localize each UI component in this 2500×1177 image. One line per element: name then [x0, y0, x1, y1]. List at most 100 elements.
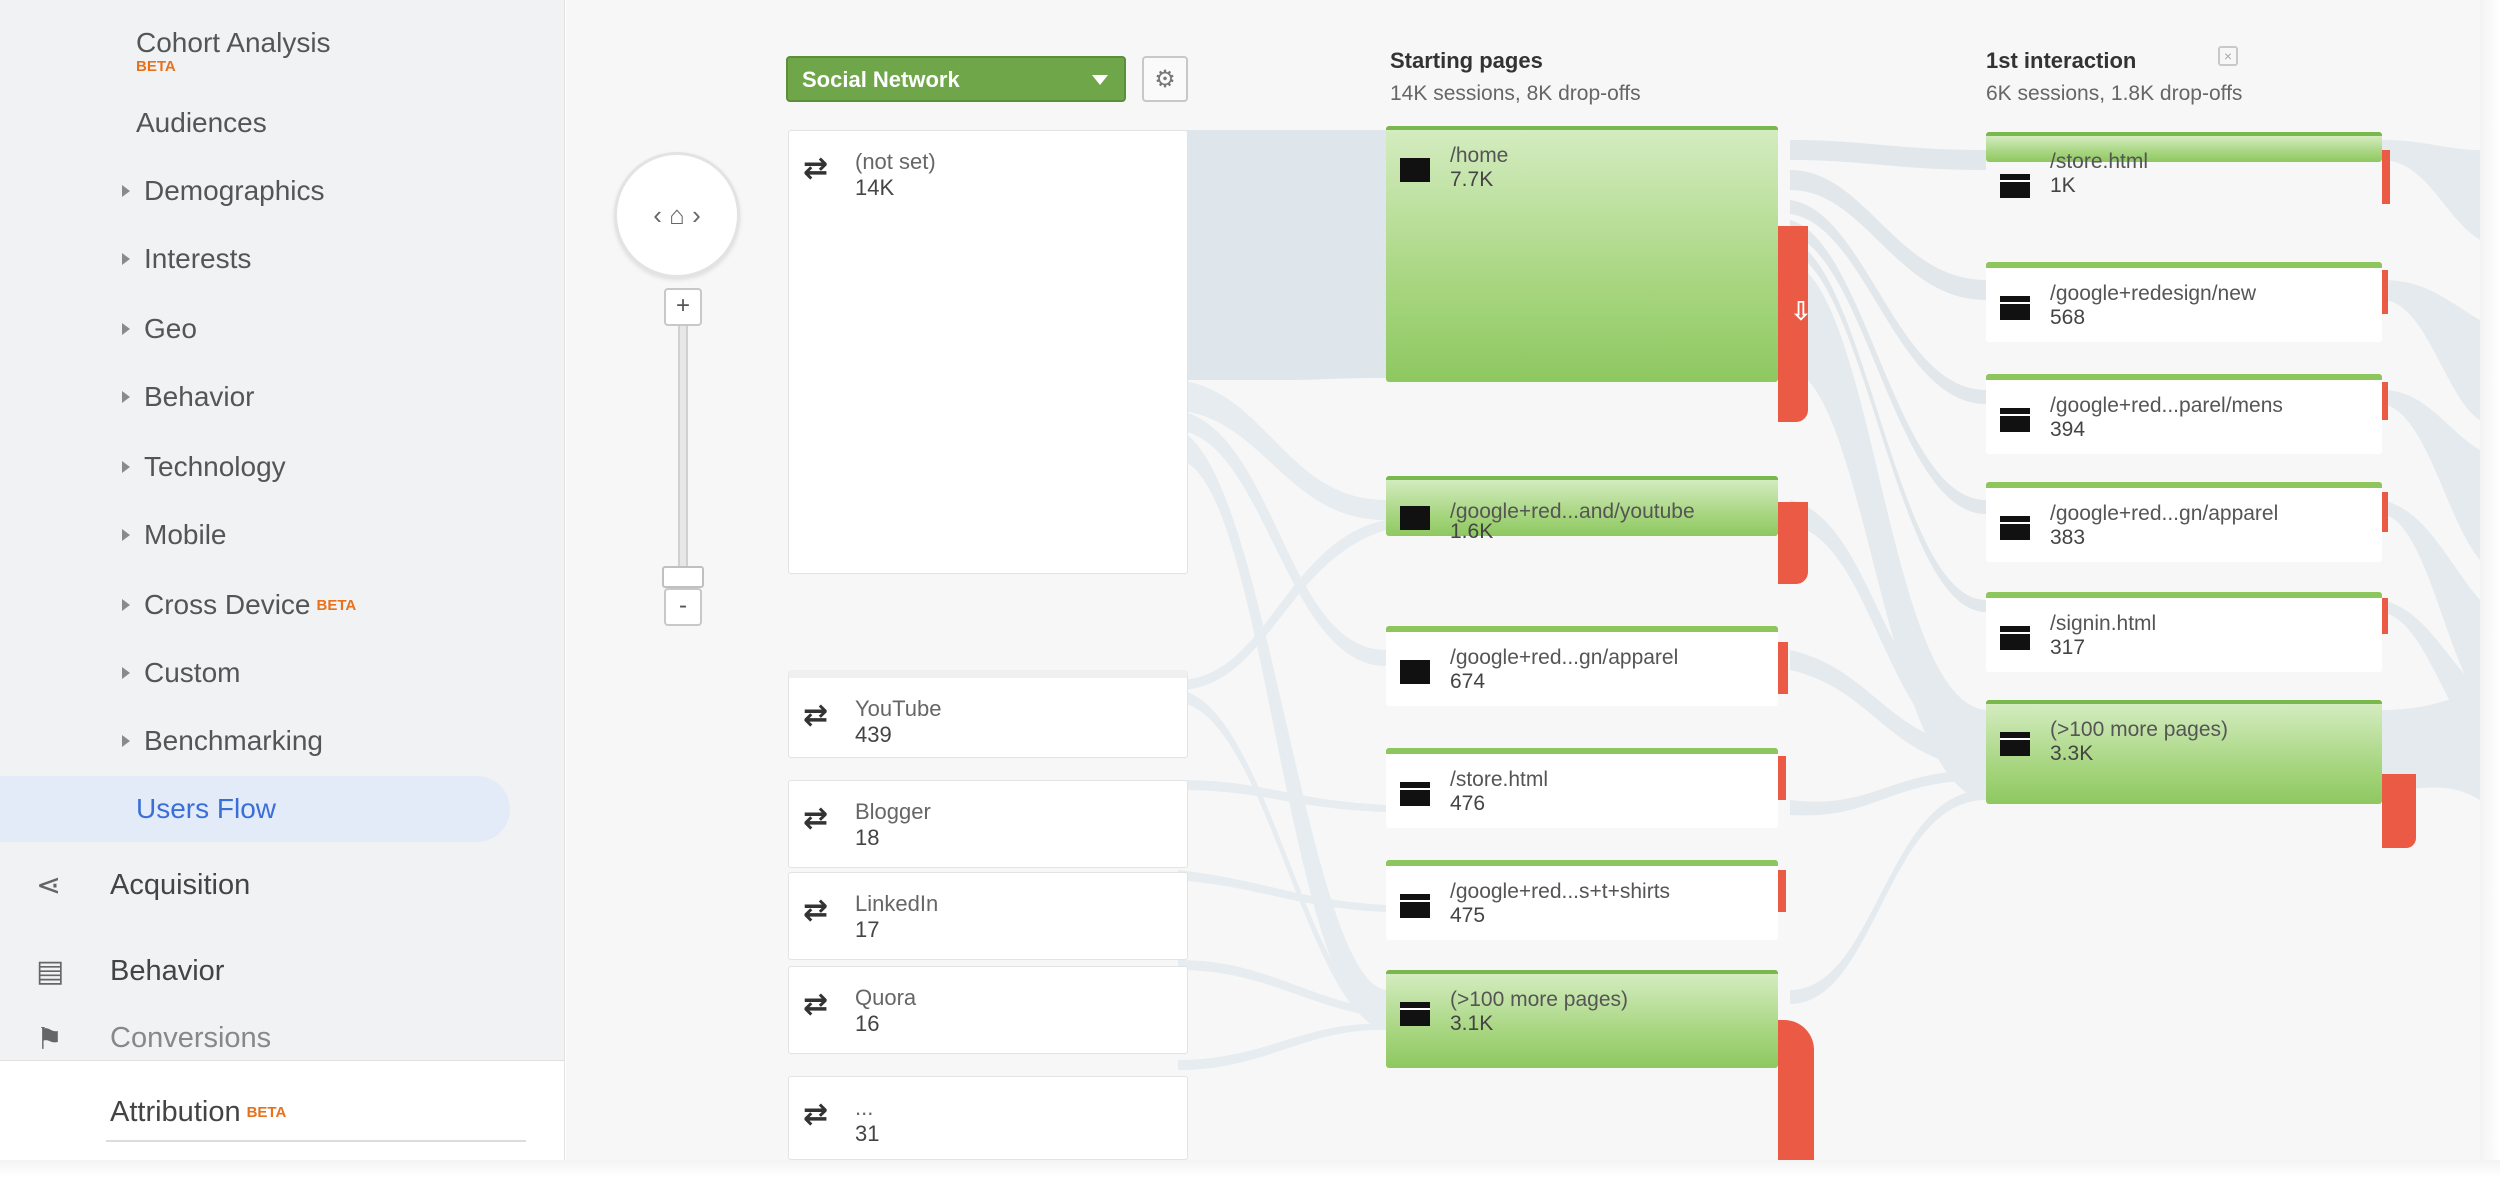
page-icon: [2000, 296, 2030, 320]
interaction-page-node[interactable]: /google+red...gn/apparel 383: [1986, 482, 2382, 562]
page-name: (>100 more pages): [1450, 988, 1629, 1011]
flow-arrows-icon: ⇄: [803, 1098, 829, 1131]
interaction-page-node[interactable]: /google+red...parel/mens 394: [1986, 374, 2382, 454]
sidebar-section-label: Behavior: [110, 954, 225, 987]
dropoff-bar[interactable]: [2382, 774, 2416, 848]
sidebar-item-label: Cross Device: [144, 589, 311, 620]
source-node-not-set[interactable]: ⇄ (not set) 14K: [788, 130, 1188, 574]
dimension-dropdown[interactable]: Social Network: [786, 56, 1126, 102]
flow-arrows-icon: ⇄: [803, 802, 829, 835]
dropoff-bar[interactable]: [1778, 642, 1788, 694]
beta-badge: BETA: [316, 596, 357, 614]
dimension-value: Social Network: [802, 67, 960, 92]
flow-band: [1178, 1023, 1386, 1070]
interaction-page-node[interactable]: (>100 more pages) 3.3K: [1986, 700, 2382, 804]
dropoff-arrow-icon: ⇩: [1790, 296, 1812, 326]
interaction-page-node[interactable]: /signin.html 317: [1986, 592, 2382, 672]
expand-arrow-icon: [122, 323, 130, 335]
page-name: /google+red...gn/apparel: [2050, 502, 2279, 525]
source-node-quora[interactable]: ⇄ Quora 16: [788, 966, 1188, 1054]
source-node-other[interactable]: ⇄ ... 31: [788, 1076, 1188, 1160]
column-title-starting: Starting pages: [1390, 48, 1543, 73]
close-icon[interactable]: ×: [2218, 46, 2238, 66]
flow-band: [1178, 130, 1286, 380]
starting-page-node[interactable]: /google+red...gn/apparel 674: [1386, 626, 1778, 706]
flow-arrows-icon: ⇄: [803, 152, 829, 185]
sidebar-item-benchmarking[interactable]: Benchmarking: [0, 708, 564, 774]
sidebar-item-users-flow[interactable]: Users Flow: [0, 776, 510, 842]
page-count: 7.7K: [1450, 168, 1494, 191]
page-icon: [1400, 782, 1430, 806]
source-node-blogger[interactable]: ⇄ Blogger 18: [788, 780, 1188, 868]
pan-control[interactable]: ‹ ⌂ ›: [614, 152, 740, 278]
sidebar-item-attribution[interactable]: Attribution BETA: [0, 1069, 564, 1155]
source-count: 17: [855, 917, 880, 942]
sidebar-item-label: Technology: [144, 451, 286, 482]
flow-band: [1178, 380, 1386, 520]
sidebar-item-interests[interactable]: Interests: [0, 226, 564, 292]
starting-page-node[interactable]: /home 7.7K: [1386, 126, 1778, 382]
flow-band: [1178, 870, 1386, 912]
conversions-icon: ⚑: [36, 1023, 63, 1056]
dropoff-bar[interactable]: [2382, 270, 2388, 314]
starting-page-node[interactable]: (>100 more pages) 3.1K: [1386, 970, 1778, 1068]
settings-button[interactable]: ⚙: [1142, 56, 1188, 102]
dropoff-bar[interactable]: [1778, 870, 1786, 912]
sidebar-item-label: Custom: [144, 657, 241, 688]
source-node-linkedin[interactable]: ⇄ LinkedIn 17: [788, 872, 1188, 960]
sidebar-item-behavior[interactable]: Behavior: [0, 364, 564, 430]
sidebar-item-technology[interactable]: Technology: [0, 434, 564, 500]
dropoff-bar[interactable]: [1778, 502, 1808, 584]
sidebar-section-behavior[interactable]: ▤ Behavior: [0, 938, 564, 1004]
source-count: 16: [855, 1011, 880, 1036]
sidebar-item-geo[interactable]: Geo: [0, 296, 564, 362]
chevron-down-icon: [1092, 75, 1108, 85]
page-count: 394: [2050, 418, 2086, 441]
starting-page-node[interactable]: /store.html 476: [1386, 748, 1778, 828]
page-count: 383: [2050, 526, 2086, 549]
divider: [106, 1140, 526, 1142]
dropoff-bar[interactable]: [1778, 756, 1786, 800]
flow-canvas[interactable]: Social Network ⚙ ‹ ⌂ › + - ⇄ (not set) 1…: [566, 0, 2480, 1160]
beta-badge: BETA: [136, 58, 176, 75]
users-flow-screen: Cohort Analysis BETA Audiences Demograph…: [0, 0, 2500, 1177]
source-node-youtube[interactable]: ⇄ YouTube 439: [788, 670, 1188, 758]
dropoff-bar[interactable]: [1778, 1020, 1814, 1160]
sidebar-item-demographics[interactable]: Demographics: [0, 158, 564, 224]
zoom-in-button[interactable]: +: [664, 288, 702, 326]
page-count: 1K: [2050, 174, 2076, 197]
sidebar-item-mobile[interactable]: Mobile: [0, 502, 564, 568]
expand-arrow-icon: [122, 529, 130, 541]
page-count: 476: [1450, 792, 1486, 815]
sidebar-section-label: Conversions: [110, 1022, 272, 1054]
acquisition-icon: ⋖: [36, 868, 62, 902]
page-name: /signin.html: [2050, 612, 2157, 635]
dropoff-bar[interactable]: [2382, 150, 2390, 204]
interaction-page-node[interactable]: /google+redesign/new 568: [1986, 262, 2382, 342]
starting-page-node[interactable]: /google+red...s+t+shirts 475: [1386, 860, 1778, 940]
dropoff-bar[interactable]: [2382, 382, 2388, 420]
sidebar-item-label: Benchmarking: [144, 725, 323, 756]
sidebar-section-conversions[interactable]: ⚑ Conversions: [0, 1022, 564, 1062]
source-count: 18: [855, 825, 880, 850]
flow-band: [1286, 130, 1386, 380]
starting-page-node[interactable]: /google+red...and/youtube 1.6K: [1386, 476, 1778, 543]
sidebar-item-audiences[interactable]: Audiences: [0, 90, 564, 156]
page-icon: [1400, 894, 1430, 918]
zoom-out-button[interactable]: -: [664, 588, 702, 626]
sidebar-section-acquisition[interactable]: ⋖ Acquisition: [0, 852, 564, 918]
source-name: (not set): [855, 149, 936, 174]
dropoff-bar[interactable]: [2382, 492, 2388, 532]
zoom-slider-handle[interactable]: [662, 566, 704, 588]
page-icon: [1400, 1002, 1430, 1026]
dropoff-bar[interactable]: [2382, 598, 2388, 634]
sidebar-item-cross-device[interactable]: Cross Device BETA: [0, 572, 564, 638]
interaction-page-node[interactable]: /store.html 1K: [1986, 132, 2382, 198]
sidebar-item-custom[interactable]: Custom: [0, 640, 564, 706]
zoom-slider-track[interactable]: [678, 326, 688, 576]
frame-shadow: [2480, 0, 2500, 1177]
page-name: /home: [1450, 144, 1509, 167]
page-count: 317: [2050, 636, 2086, 659]
page-icon: [2000, 732, 2030, 756]
sidebar-item-cohort-analysis[interactable]: Cohort Analysis: [0, 10, 564, 76]
